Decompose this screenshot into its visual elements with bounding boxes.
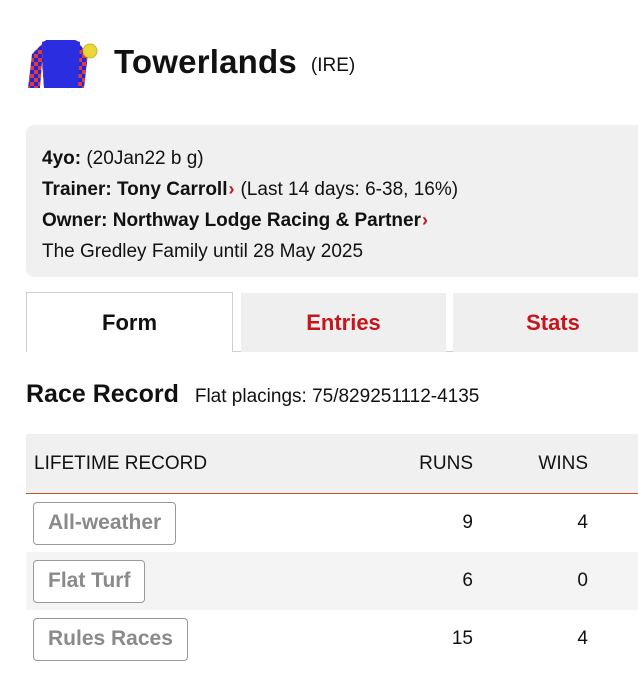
flat-placings: Flat placings: 75/829251112-4135 bbox=[194, 386, 480, 407]
age-value: (20Jan22 b g) bbox=[86, 148, 204, 169]
column-header-wins: WINS bbox=[538, 452, 588, 474]
runs-cell: 9 bbox=[462, 512, 473, 533]
tab-form[interactable]: Form bbox=[26, 292, 233, 352]
jockey-silks-icon bbox=[26, 34, 104, 90]
wins-cell: 0 bbox=[577, 570, 588, 591]
trainer-stats: (Last 14 days: 6-38, 16%) bbox=[240, 179, 459, 200]
horse-info-panel: 4yo: (20Jan22 b g) Trainer: Tony Carroll… bbox=[26, 125, 638, 277]
age-label: 4yo: bbox=[42, 148, 82, 169]
chevron-right-icon[interactable]: › bbox=[228, 179, 234, 199]
owner-label: Owner: bbox=[42, 210, 108, 231]
table-row: Rules Races 15 4 bbox=[26, 610, 638, 668]
column-header-runs: RUNS bbox=[419, 452, 473, 474]
column-header-lifetime-record: LIFETIME RECORD bbox=[34, 452, 208, 474]
tab-entries[interactable]: Entries bbox=[241, 293, 446, 352]
owner-line: Owner: Northway Lodge Racing & Partner› bbox=[42, 205, 638, 236]
flat-turf-button[interactable]: Flat Turf bbox=[33, 559, 146, 603]
trainer-line: Trainer: Tony Carroll› (Last 14 days: 6-3… bbox=[42, 174, 638, 205]
race-record-heading: Race Record Flat placings: 75/829251112-… bbox=[26, 380, 479, 409]
rules-races-button[interactable]: Rules Races bbox=[33, 617, 188, 661]
lifetime-record-table: LIFETIME RECORD RUNS WINS All-weather 9 … bbox=[26, 434, 638, 668]
wins-cell: 4 bbox=[577, 628, 588, 649]
trainer-label: Trainer: bbox=[42, 179, 112, 200]
table-row: Flat Turf 6 0 bbox=[26, 552, 638, 610]
profile-tabs: Form Entries Stats bbox=[26, 292, 638, 352]
horse-name: Towerlands bbox=[114, 43, 297, 80]
previous-owner: The Gredley Family until 28 May 2025 bbox=[42, 241, 364, 262]
tab-stats[interactable]: Stats bbox=[453, 293, 638, 352]
race-record-title: Race Record bbox=[26, 380, 179, 408]
horse-header: Towerlands (IRE) bbox=[26, 34, 638, 90]
table-row: All-weather 9 4 bbox=[26, 494, 638, 552]
age-line: 4yo: (20Jan22 b g) bbox=[42, 143, 638, 174]
table-header: LIFETIME RECORD RUNS WINS bbox=[26, 434, 638, 494]
all-weather-button[interactable]: All-weather bbox=[33, 501, 177, 545]
wins-cell: 4 bbox=[577, 512, 588, 533]
trainer-link[interactable]: Tony Carroll bbox=[117, 179, 228, 200]
runs-cell: 6 bbox=[462, 570, 473, 591]
chevron-right-icon[interactable]: › bbox=[422, 210, 428, 230]
runs-cell: 15 bbox=[451, 628, 473, 649]
owner-link[interactable]: Northway Lodge Racing & Partner bbox=[113, 210, 421, 231]
horse-country: (IRE) bbox=[310, 55, 356, 76]
